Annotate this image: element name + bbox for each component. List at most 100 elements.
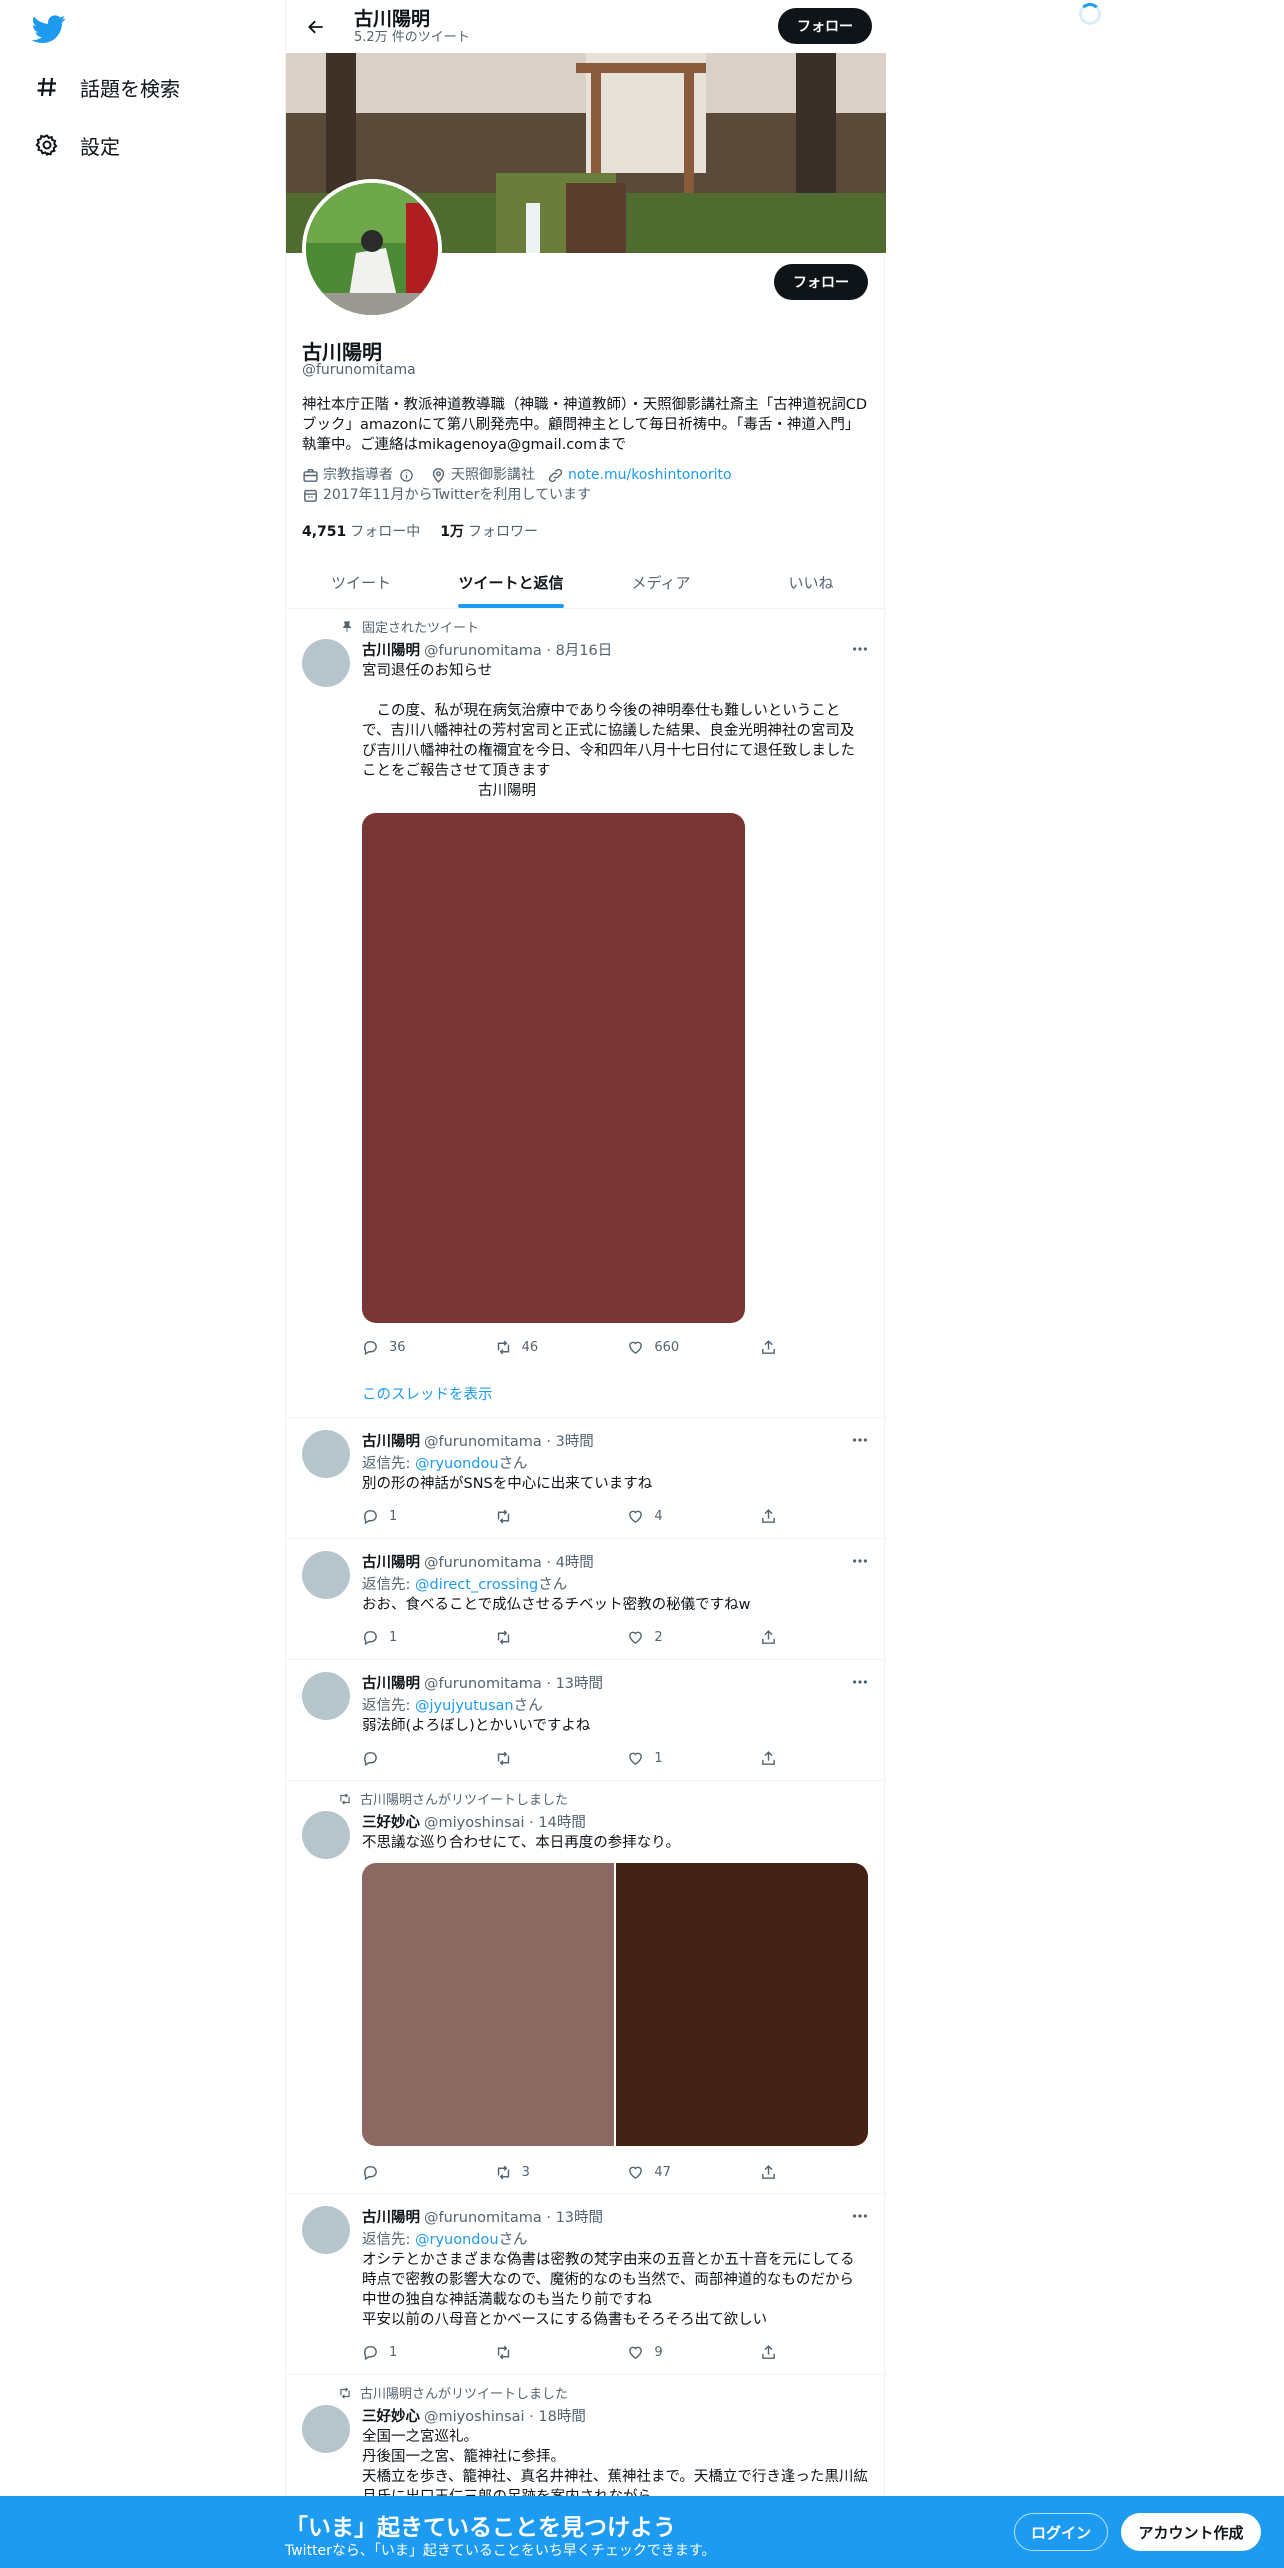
- sidebar-item-explore[interactable]: 話題を検索: [34, 62, 180, 112]
- tweet-retweeted[interactable]: 古川陽明さんがリツイートしました 三好妙心 @miyoshinsai · 14時…: [286, 1781, 886, 2194]
- share-button[interactable]: [760, 2162, 787, 2182]
- retweet-icon: [497, 2345, 509, 2359]
- back-arrow-icon[interactable]: [298, 9, 334, 45]
- tweet-actions: 3 47: [362, 2162, 787, 2182]
- tweet[interactable]: 古川陽明 @furunomitama · 4時間 返信先: @direct_cr…: [286, 1539, 886, 1660]
- avatar[interactable]: [302, 639, 350, 687]
- heart-icon: [629, 2166, 643, 2179]
- header-follow-button[interactable]: フォロー: [778, 8, 872, 44]
- avatar[interactable]: [302, 1811, 350, 1859]
- website-link[interactable]: note.mu/koshintonorito: [568, 465, 732, 485]
- reply-button[interactable]: [362, 2162, 422, 2182]
- share-icon: [762, 2164, 775, 2179]
- tweet-header: 三好妙心 @miyoshinsai · 14時間: [362, 1815, 586, 1831]
- more-options-icon[interactable]: [850, 639, 870, 659]
- like-button[interactable]: 660: [627, 1337, 687, 1357]
- reply-button[interactable]: 1: [362, 1627, 422, 1647]
- more-options-icon[interactable]: [850, 1551, 870, 1571]
- like-button[interactable]: 4: [627, 1506, 687, 1526]
- avatar[interactable]: [302, 2206, 350, 2254]
- tab-tweets-and-replies[interactable]: ツイートと返信: [436, 556, 586, 608]
- share-icon: [762, 2344, 775, 2359]
- reply-icon: [363, 1509, 377, 1524]
- profile-website[interactable]: note.mu/koshintonorito: [547, 465, 732, 485]
- retweet-button[interactable]: [495, 2342, 555, 2362]
- avatar[interactable]: [302, 1551, 350, 1599]
- main-column: 古川陽明 5.2万 件のツイート フォロー フォロー 古川陽明 @furunom…: [285, 0, 886, 2568]
- retweet-icon: [497, 1751, 509, 1765]
- share-button[interactable]: [760, 1627, 787, 1647]
- more-options-icon[interactable]: [850, 1672, 870, 1692]
- share-button[interactable]: [760, 1748, 787, 1768]
- avatar[interactable]: [302, 1430, 350, 1478]
- reply-to: 返信先: @ryuondouさん: [362, 2232, 528, 2248]
- tweet-pinned[interactable]: 固定されたツイート 古川陽明 @furunomitama · 8月16日 宮司退…: [286, 609, 886, 1418]
- tweet-retweeted[interactable]: 古川陽明さんがリツイートしました 三好妙心 @miyoshinsai · 18時…: [286, 2375, 886, 2496]
- show-thread-link[interactable]: このスレッドを表示: [362, 1383, 493, 1404]
- like-button[interactable]: 1: [627, 1748, 687, 1768]
- retweet-icon: [497, 1340, 509, 1354]
- tweet-header: 古川陽明 @furunomitama · 13時間: [362, 2210, 604, 2226]
- reply-button[interactable]: [362, 1748, 422, 1768]
- info-icon[interactable]: [399, 468, 414, 483]
- more-options-icon[interactable]: [850, 2206, 870, 2226]
- reply-button[interactable]: 36: [362, 1337, 422, 1357]
- retweet-button[interactable]: [495, 1748, 555, 1768]
- profile-category: 宗教指導者: [302, 465, 418, 485]
- share-button[interactable]: [760, 1337, 787, 1357]
- avatar[interactable]: [302, 1672, 350, 1720]
- tweet[interactable]: 古川陽明 @furunomitama · 13時間 返信先: @ryuondou…: [286, 2194, 886, 2375]
- like-button[interactable]: 9: [627, 2342, 687, 2362]
- tweet-text: 不思議な巡り合わせにて、本日再度の参拝なり。: [362, 1835, 680, 1851]
- tweet-text: 弱法師(よろぼし)とかいいですよね: [362, 1718, 591, 1734]
- calendar-icon: [304, 489, 317, 502]
- tweet-media[interactable]: [616, 1863, 868, 2146]
- share-button[interactable]: [760, 2342, 787, 2362]
- sidebar-item-settings[interactable]: 設定: [34, 120, 120, 170]
- profile-avatar[interactable]: [302, 179, 442, 319]
- retweet-context: 古川陽明さんがリツイートしました: [334, 2383, 568, 2402]
- profile-tabs: ツイート ツイートと返信 メディア いいね: [286, 556, 886, 609]
- tweet-media[interactable]: [362, 1863, 614, 2146]
- header-titles: 古川陽明 5.2万 件のツイート: [354, 8, 470, 46]
- signup-button[interactable]: アカウント作成: [1121, 2513, 1261, 2551]
- heart-icon: [629, 1631, 643, 1644]
- profile-follow-button[interactable]: フォロー: [774, 264, 868, 300]
- followers-count[interactable]: 1万 フォロワー: [440, 521, 538, 541]
- hashtag-icon: [34, 74, 60, 100]
- profile-meta: 宗教指導者 天照御影講社 note.mu/koshintonorito 2017…: [302, 465, 870, 505]
- reply-button[interactable]: 1: [362, 2342, 422, 2362]
- sidebar-item-label: 話題を検索: [80, 76, 180, 101]
- twitter-logo-icon[interactable]: [31, 12, 66, 46]
- retweet-button[interactable]: [495, 1627, 555, 1647]
- avatar[interactable]: [302, 2405, 350, 2453]
- share-button[interactable]: [760, 1506, 787, 1526]
- retweet-button[interactable]: [495, 1506, 555, 1526]
- retweet-button[interactable]: 3: [495, 2162, 555, 2182]
- tab-media[interactable]: メディア: [586, 556, 736, 608]
- tweet[interactable]: 古川陽明 @furunomitama · 13時間 返信先: @jyujyutu…: [286, 1660, 886, 1781]
- tab-tweets[interactable]: ツイート: [286, 556, 436, 608]
- profile-follow-counts: 4,751 フォロー中 1万 フォロワー: [302, 521, 558, 541]
- login-button[interactable]: ログイン: [1014, 2513, 1108, 2551]
- more-options-icon[interactable]: [850, 1430, 870, 1450]
- briefcase-icon: [303, 468, 318, 482]
- retweet-context: 古川陽明さんがリツイートしました: [334, 1789, 568, 1808]
- heart-icon: [629, 1341, 643, 1354]
- like-button[interactable]: 2: [627, 1627, 687, 1647]
- tweet[interactable]: 古川陽明 @furunomitama · 3時間 返信先: @ryuondouさ…: [286, 1418, 886, 1539]
- location-pin-icon: [432, 467, 445, 483]
- tab-likes[interactable]: いいね: [736, 556, 886, 608]
- profile-name: 古川陽明: [302, 340, 382, 364]
- retweet-button[interactable]: 46: [495, 1337, 555, 1357]
- tweet-actions: 36 46 660: [362, 1337, 787, 1357]
- following-count[interactable]: 4,751 フォロー中: [302, 521, 420, 541]
- retweet-icon: [340, 1792, 350, 1805]
- tweet-media[interactable]: [362, 813, 745, 1323]
- tweet-text: おお、食べることで成仏させるチベット密教の秘儀ですねw: [362, 1597, 751, 1613]
- like-button[interactable]: 47: [627, 2162, 687, 2182]
- tweet-text: 宮司退任のお知らせ この度、私が現在病気治療中であり今後の神明奉仕も難しいという…: [362, 663, 855, 799]
- tweet-text: 全国一之宮巡礼。 丹後国一之宮、籠神社に参拝。 天橋立を歩き、籠神社、真名井神社…: [362, 2429, 868, 2496]
- reply-button[interactable]: 1: [362, 1506, 422, 1526]
- header-tweet-count: 5.2万 件のツイート: [354, 29, 470, 45]
